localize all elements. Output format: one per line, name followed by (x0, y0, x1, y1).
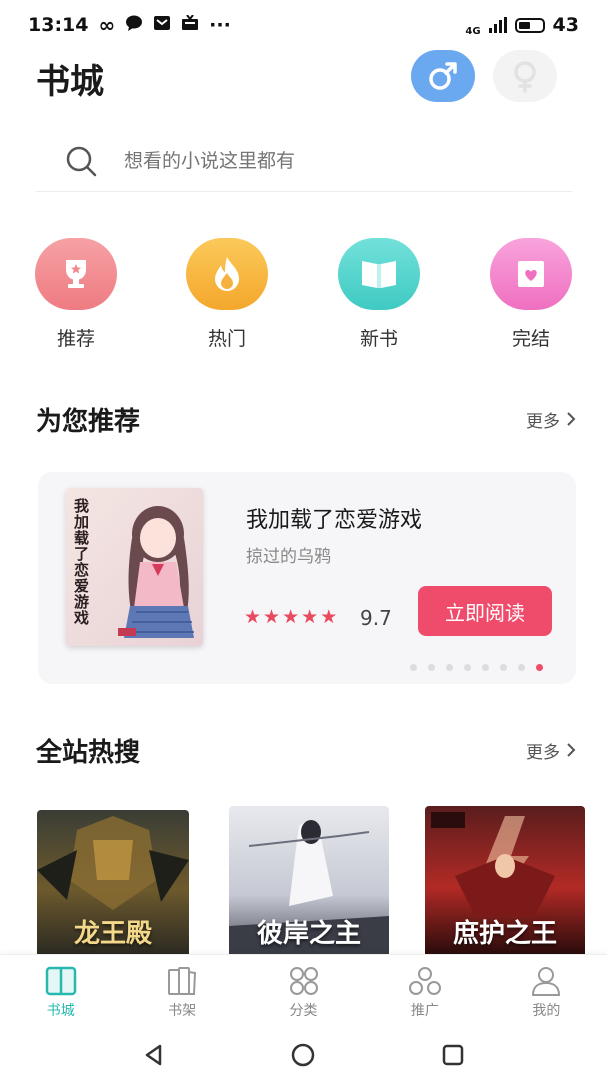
signal-icon (488, 17, 507, 33)
cover-title-text: 彼岸之主 (256, 919, 361, 949)
tab-promote[interactable]: 推广 (364, 955, 485, 1030)
carousel-indicator (410, 664, 543, 671)
tab-label: 推广 (410, 1002, 439, 1019)
search-icon (64, 144, 98, 178)
hot-books-row: 龙王殿 彼岸之主 庶护之王 (0, 804, 607, 954)
book-author: 掠过的乌鸦 (246, 547, 331, 567)
header: 书城 (0, 50, 607, 106)
category-new[interactable]: 新书 (329, 238, 429, 351)
star-icon: ★ (320, 606, 338, 628)
bookshelf-icon (168, 966, 197, 995)
cover-title-text: 我加载了恋爱游戏 (74, 497, 90, 627)
star-icon: ★ (263, 606, 281, 628)
tab-label: 书架 (168, 1002, 197, 1019)
male-toggle-button[interactable] (411, 50, 475, 102)
tab-bookstore[interactable]: 书城 (0, 955, 121, 1030)
tab-bookshelf[interactable]: 书架 (121, 955, 242, 1030)
tab-profile[interactable]: 我的 (486, 955, 607, 1030)
hot-search-section-header: 全站热搜 更多 (36, 730, 576, 770)
recommend-section-header: 为您推荐 更多 (36, 399, 576, 439)
chevron-right-icon (567, 412, 576, 426)
bottom-tab-bar: 书城 书架 分类 推广 我的 (0, 954, 607, 1030)
tab-label: 我的 (532, 1002, 561, 1019)
profile-icon (532, 966, 561, 996)
category-label: 新书 (359, 328, 398, 350)
search-bar[interactable] (36, 130, 572, 192)
carousel-dot[interactable] (482, 664, 489, 671)
search-input[interactable] (124, 149, 524, 172)
chevron-right-icon (567, 743, 576, 757)
tv-icon (181, 14, 199, 36)
infinity-icon: ∞ (98, 13, 116, 37)
mail-icon (153, 14, 171, 36)
back-icon[interactable] (142, 1043, 166, 1067)
category-hot[interactable]: 热门 (177, 238, 277, 351)
recents-icon[interactable] (441, 1043, 465, 1067)
recommend-card[interactable]: 我加载了恋爱游戏 我加载了恋爱游戏 掠过的乌鸦 ★ ★ ★ ★ ★ 9.7 立即… (38, 472, 576, 684)
book-cover[interactable]: 我加载了恋爱游戏 (66, 488, 203, 646)
male-icon (429, 62, 457, 90)
category-row: 推荐 热门 新书 完结 (0, 238, 607, 351)
tab-label: 书城 (46, 1002, 75, 1019)
more-label: 更多 (526, 742, 560, 763)
status-time: 13:14 (28, 14, 89, 36)
section-title: 全站热搜 (36, 737, 141, 768)
section-title: 为您推荐 (36, 406, 141, 437)
category-label: 完结 (511, 328, 550, 350)
category-recommend[interactable]: 推荐 (26, 238, 126, 351)
book-cover[interactable]: 龙王殿 (37, 810, 189, 954)
share-icon (408, 966, 441, 995)
battery-level: 43 (552, 14, 579, 36)
more-label: 更多 (526, 411, 560, 432)
carousel-dot[interactable] (410, 664, 417, 671)
system-nav-bar (0, 1030, 607, 1080)
carousel-dot-active[interactable] (536, 664, 543, 671)
network-type: 4G (465, 25, 481, 37)
category-finished[interactable]: 完结 (481, 238, 581, 351)
tab-category[interactable]: 分类 (243, 955, 364, 1030)
cover-title-text: 庶护之王 (452, 919, 557, 949)
book-cover[interactable]: 彼岸之主 (229, 806, 389, 954)
heart-icon (490, 238, 572, 310)
rating-score: 9.7 (360, 606, 392, 630)
carousel-dot[interactable] (518, 664, 525, 671)
bookstore-icon (45, 966, 76, 995)
hot-search-more-link[interactable]: 更多 (526, 738, 576, 763)
tab-label: 分类 (289, 1002, 318, 1019)
female-icon (514, 61, 536, 93)
category-icon (289, 966, 318, 995)
read-now-button[interactable]: 立即阅读 (418, 586, 552, 636)
battery-icon (514, 17, 545, 33)
page-title: 书城 (36, 62, 104, 102)
carousel-dot[interactable] (464, 664, 471, 671)
book-icon (338, 238, 420, 310)
star-icon: ★ (282, 606, 300, 628)
star-icon: ★ (244, 606, 262, 628)
recommend-more-link[interactable]: 更多 (526, 407, 576, 432)
rating-stars: ★ ★ ★ ★ ★ (244, 606, 337, 628)
more-notifications-icon: ··· (209, 14, 231, 36)
carousel-dot[interactable] (500, 664, 507, 671)
cover-title-text: 龙王殿 (73, 919, 152, 949)
category-label: 推荐 (56, 328, 95, 350)
flame-icon (186, 238, 268, 310)
home-icon[interactable] (290, 1042, 316, 1068)
category-label: 热门 (207, 328, 246, 350)
star-icon: ★ (301, 606, 319, 628)
chat-icon (125, 14, 143, 36)
status-bar: 13:14 ∞ ··· 4G 43 (0, 0, 607, 50)
carousel-dot[interactable] (428, 664, 435, 671)
female-toggle-button[interactable] (493, 50, 557, 102)
carousel-dot[interactable] (446, 664, 453, 671)
book-cover[interactable]: 庶护之王 (425, 806, 585, 954)
trophy-icon (35, 238, 117, 310)
book-title[interactable]: 我加载了恋爱游戏 (246, 502, 422, 534)
